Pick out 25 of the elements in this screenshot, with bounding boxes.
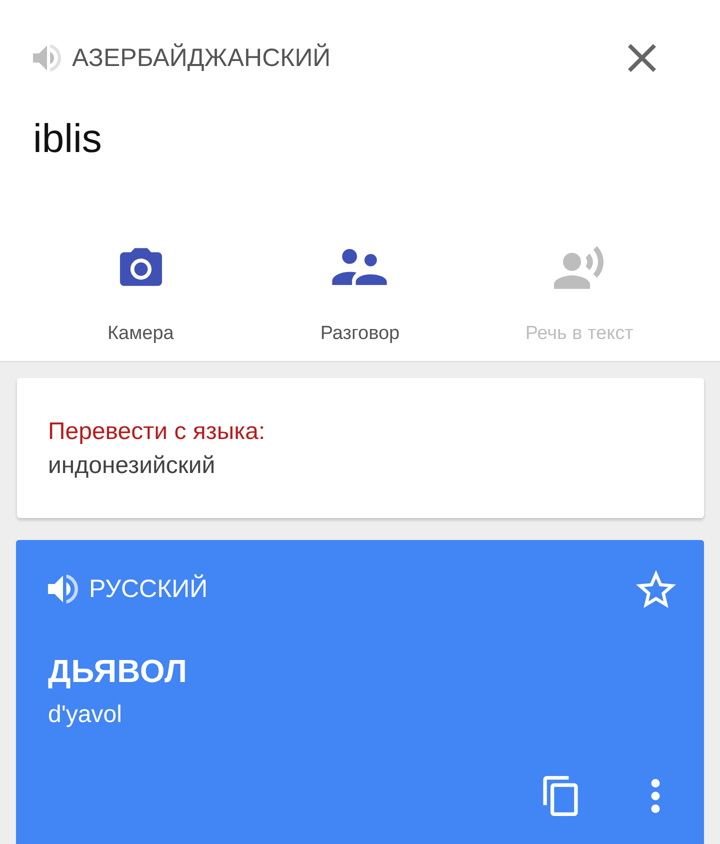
copy-icon — [543, 776, 578, 816]
people-icon — [332, 249, 388, 285]
star-icon — [636, 570, 676, 608]
translation-text: ДЬЯВОЛ — [48, 652, 188, 691]
transliteration: d'yavol — [48, 700, 122, 730]
action-button[interactable]: Разговор — [320, 245, 400, 346]
speaker-icon — [48, 574, 78, 604]
suggestion-prompt: Перевести с языка: — [48, 417, 266, 447]
speaker-button[interactable] — [48, 574, 78, 604]
suggested-language: индонезийский — [48, 451, 216, 481]
speaker-button[interactable] — [33, 44, 61, 72]
camera-icon — [120, 248, 162, 286]
more-icon — [651, 779, 660, 813]
source-text-field[interactable]: iblis — [33, 115, 102, 163]
target-language[interactable]: РУССКИЙ — [89, 574, 636, 604]
star-button[interactable] — [636, 570, 676, 608]
speaking-person-icon — [554, 246, 604, 288]
more-button[interactable] — [651, 779, 660, 813]
close-button[interactable] — [628, 44, 656, 72]
copy-button[interactable] — [543, 776, 578, 816]
source-language[interactable]: АЗЕРБАЙДЖАНСКИЙ — [72, 43, 628, 73]
close-icon — [628, 44, 656, 72]
action-button[interactable]: Камера — [107, 245, 174, 346]
speaker-icon — [33, 44, 61, 72]
suggestion-card[interactable]: Перевести с языка: индонезийский — [17, 378, 704, 518]
